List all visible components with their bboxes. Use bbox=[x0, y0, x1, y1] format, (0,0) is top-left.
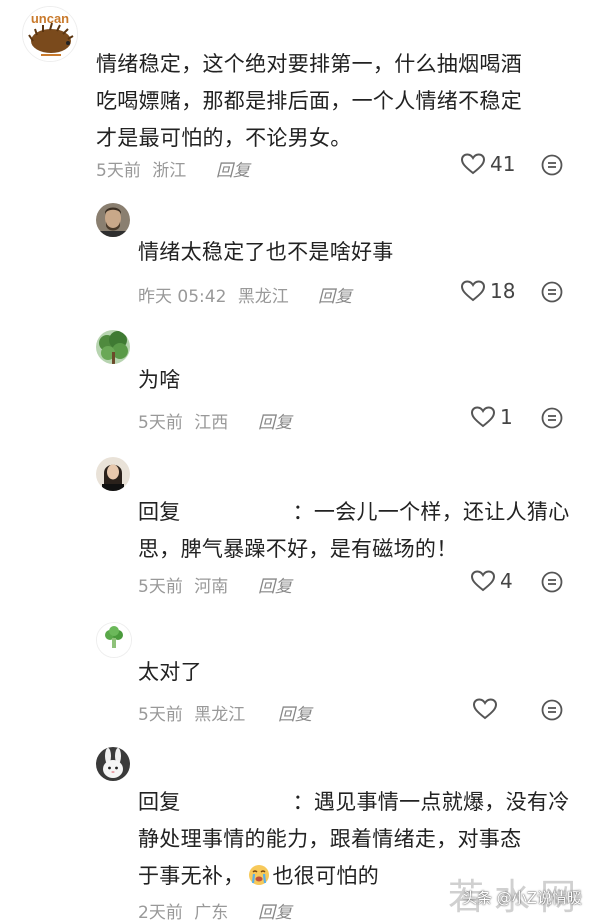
comment-text: 回复 ：一会儿一个样，还让人猜心 思，脾气暴躁不好，是有磁场的！ bbox=[138, 494, 570, 568]
comment-time: 5天前 bbox=[138, 577, 183, 597]
comment-meta: 5天前 江西 bbox=[138, 408, 228, 433]
like-button[interactable]: 18 bbox=[460, 279, 515, 303]
comment-time: 5天前 bbox=[96, 161, 141, 181]
like-count: 41 bbox=[490, 152, 516, 176]
reply-button[interactable]: 回复 bbox=[278, 700, 312, 725]
comment-line: 吃喝嫖赌，那都是排后面，一个人情绪不稳定 bbox=[96, 89, 522, 113]
reply-button[interactable]: 回复 bbox=[258, 408, 292, 433]
comment-line: 为啥 bbox=[138, 368, 181, 392]
comment-meta: 昨天 05:42 黑龙江 bbox=[138, 282, 289, 307]
comment-text: 太对了 bbox=[138, 654, 202, 691]
reply-button[interactable]: 回复 bbox=[258, 572, 292, 597]
like-count: 1 bbox=[500, 405, 513, 429]
more-options-icon[interactable] bbox=[541, 699, 563, 721]
comment-location: 广东 bbox=[194, 903, 229, 923]
heart-icon bbox=[470, 406, 496, 428]
comment-location: 浙江 bbox=[152, 161, 187, 181]
comment-line: 静处理事情的能力，跟着情绪走，对事态 bbox=[138, 827, 522, 851]
woman-avatar[interactable] bbox=[96, 457, 130, 491]
comment-time: 2天前 bbox=[138, 903, 183, 923]
comment-location: 江西 bbox=[194, 413, 229, 433]
like-button[interactable] bbox=[472, 697, 502, 721]
comment-location: 河南 bbox=[194, 577, 229, 597]
comment-text: 情绪稳定，这个绝对要排第一，什么抽烟喝酒 吃喝嫖赌，那都是排后面，一个人情绪不稳… bbox=[96, 46, 522, 157]
comment-meta: 5天前 河南 bbox=[138, 572, 228, 597]
reply-button[interactable]: 回复 bbox=[258, 898, 292, 923]
broccoli-avatar[interactable] bbox=[96, 622, 132, 658]
comment-line: 才是最可怕的，不论男女。 bbox=[96, 126, 352, 150]
bunny-avatar[interactable] bbox=[96, 747, 130, 781]
tree-avatar[interactable] bbox=[96, 330, 130, 364]
comment-line: ：遇见事情一点就爆，没有冷 bbox=[292, 790, 570, 814]
like-button[interactable]: 4 bbox=[470, 569, 513, 593]
hedgehog-logo-avatar[interactable]: uncan bbox=[22, 6, 78, 62]
heart-icon bbox=[470, 570, 496, 592]
heart-icon bbox=[460, 280, 486, 302]
comment-line: 情绪太稳定了也不是啥好事 bbox=[138, 240, 394, 264]
reply-prefix: 回复 bbox=[138, 790, 181, 814]
more-options-icon[interactable] bbox=[541, 281, 563, 303]
reply-button[interactable]: 回复 bbox=[318, 282, 352, 307]
comment-line: 情绪稳定，这个绝对要排第一，什么抽烟喝酒 bbox=[96, 52, 522, 76]
more-options-icon[interactable] bbox=[541, 571, 563, 593]
like-button[interactable]: 1 bbox=[470, 405, 513, 429]
crying-emoji-icon bbox=[247, 862, 271, 899]
reply-prefix: 回复 bbox=[138, 500, 181, 524]
comment-line: 思，脾气暴躁不好，是有磁场的！ bbox=[138, 537, 458, 561]
more-options-icon[interactable] bbox=[541, 407, 563, 429]
avatar-logo-text: uncan bbox=[31, 11, 69, 26]
like-count: 18 bbox=[490, 279, 516, 303]
comment-time: 5天前 bbox=[138, 413, 183, 433]
comment-text: 为啥 bbox=[138, 362, 181, 399]
more-options-icon[interactable] bbox=[541, 154, 563, 176]
comment-line: ：一会儿一个样，还让人猜心 bbox=[292, 500, 570, 524]
comment-location: 黑龙江 bbox=[237, 287, 289, 307]
comment-text: 情绪太稳定了也不是啥好事 bbox=[138, 234, 394, 271]
comment-line: 也很可怕的 bbox=[272, 864, 379, 888]
comment-meta: 5天前 黑龙江 bbox=[138, 700, 245, 725]
comment-line: 太对了 bbox=[138, 660, 202, 684]
comment-line: 于事无补， bbox=[138, 864, 245, 888]
heart-icon bbox=[460, 153, 486, 175]
comment-meta: 2天前 广东 bbox=[138, 898, 228, 923]
heart-icon bbox=[472, 698, 498, 720]
man-avatar[interactable] bbox=[96, 203, 130, 237]
reply-button[interactable]: 回复 bbox=[216, 156, 250, 181]
like-count: 4 bbox=[500, 569, 513, 593]
comment-meta: 5天前 浙江 bbox=[96, 156, 186, 181]
comment-location: 黑龙江 bbox=[194, 705, 246, 725]
comment-time: 5天前 bbox=[138, 705, 183, 725]
comment-time: 昨天 05:42 bbox=[138, 287, 227, 307]
like-button[interactable]: 41 bbox=[460, 152, 515, 176]
watermark-author: 头条 @小Z说情暖 bbox=[461, 889, 582, 907]
